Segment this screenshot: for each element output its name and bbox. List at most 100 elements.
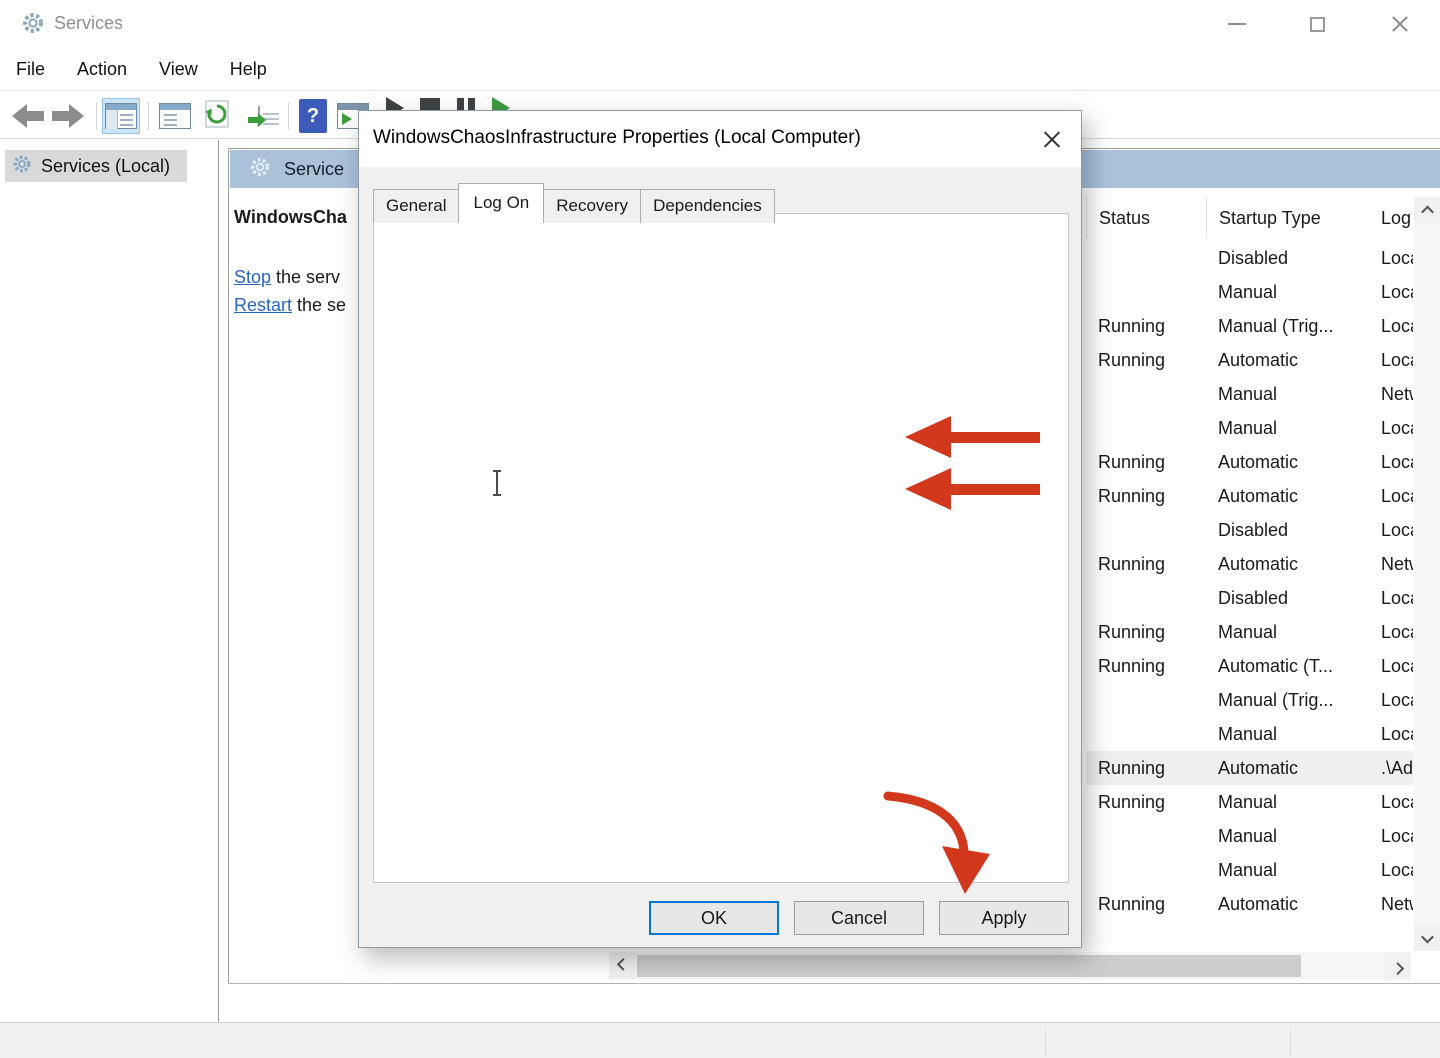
dialog-tab[interactable]: Recovery: [543, 189, 641, 223]
refresh-button[interactable]: [198, 98, 236, 134]
cell-status: Running: [1086, 758, 1206, 779]
stop-link-suffix: the serv: [271, 267, 340, 287]
column-header[interactable]: Log: [1369, 197, 1413, 239]
scroll-down-button[interactable]: [1414, 925, 1440, 951]
cell-log-on-as: Loca: [1369, 452, 1413, 473]
apply-annotation-arrow: [850, 780, 1010, 910]
export-list-icon: [258, 107, 260, 125]
table-row[interactable]: Disabled Loca: [1086, 241, 1413, 275]
scrollbar-track[interactable]: [635, 952, 1385, 980]
cell-status: Running: [1086, 656, 1206, 677]
back-icon: [10, 103, 46, 129]
restart-service-link-row: Restart the se: [234, 295, 346, 316]
table-row[interactable]: Running Automatic Loca: [1086, 479, 1413, 513]
table-row[interactable]: Running Automatic Netw: [1086, 547, 1413, 581]
chevron-up-icon: [1421, 205, 1434, 218]
table-row[interactable]: Manual Loca: [1086, 819, 1413, 853]
cell-log-on-as: Loca: [1369, 860, 1413, 881]
horizontal-scrollbar[interactable]: [609, 952, 1411, 980]
cell-startup-type: Disabled: [1206, 248, 1369, 269]
cell-startup-type: Disabled: [1206, 520, 1369, 541]
table-row[interactable]: Manual Loca: [1086, 717, 1413, 751]
table-row[interactable]: Disabled Loca: [1086, 581, 1413, 615]
table-row[interactable]: Running Manual (Trig... Loca: [1086, 309, 1413, 343]
cell-log-on-as: Loca: [1369, 826, 1413, 847]
minimize-button[interactable]: [1209, 0, 1265, 48]
cell-status: Running: [1086, 350, 1206, 371]
properties-button[interactable]: [156, 98, 194, 134]
menu-item[interactable]: File: [0, 59, 61, 80]
menu-bar: FileActionViewHelp: [0, 48, 1440, 91]
scrollbar-thumb[interactable]: [637, 955, 1301, 977]
cell-startup-type: Manual (Trig...: [1206, 316, 1369, 337]
refresh-icon: [202, 99, 232, 134]
cell-startup-type: Manual: [1206, 418, 1369, 439]
table-row[interactable]: Manual Loca: [1086, 275, 1413, 309]
services-app-icon: [20, 10, 46, 41]
vertical-scrollbar[interactable]: [1414, 197, 1440, 951]
sidebar-item-services-local[interactable]: Services (Local): [5, 150, 187, 182]
menu-item[interactable]: View: [143, 59, 214, 80]
restart-service-link[interactable]: Restart: [234, 295, 292, 315]
menu-item[interactable]: Action: [61, 59, 143, 80]
dialog-tab[interactable]: Dependencies: [640, 189, 775, 223]
table-row[interactable]: Running Automatic .\Adm: [1086, 751, 1413, 785]
ok-button[interactable]: OK: [649, 901, 779, 935]
dialog-close-button[interactable]: [1037, 125, 1067, 153]
cell-startup-type: Manual: [1206, 622, 1369, 643]
show-console-tree-button[interactable]: [102, 98, 140, 134]
status-bar-divider: [1290, 1029, 1291, 1055]
table-row[interactable]: Disabled Loca: [1086, 513, 1413, 547]
table-row[interactable]: Manual Loca: [1086, 411, 1413, 445]
maximize-button[interactable]: [1289, 0, 1345, 48]
table-row[interactable]: Manual (Trig... Loca: [1086, 683, 1413, 717]
help-button[interactable]: ?: [296, 98, 330, 134]
cell-status: Running: [1086, 452, 1206, 473]
cancel-button-label: Cancel: [831, 908, 887, 929]
cell-status: Running: [1086, 554, 1206, 575]
cell-log-on-as: Loca: [1369, 486, 1413, 507]
minimize-icon: [1228, 23, 1246, 25]
close-button[interactable]: [1372, 0, 1428, 48]
scroll-left-button[interactable]: [609, 953, 635, 979]
menu-item[interactable]: Help: [214, 59, 283, 80]
export-list-button[interactable]: [240, 98, 278, 134]
cell-log-on-as: Loca: [1369, 316, 1413, 337]
table-row[interactable]: Manual Netw: [1086, 377, 1413, 411]
cell-log-on-as: .\Adm: [1369, 758, 1413, 779]
table-row[interactable]: Running Automatic (T... Loca: [1086, 649, 1413, 683]
dialog-tab[interactable]: Log On: [458, 183, 544, 223]
table-row[interactable]: Running Automatic Loca: [1086, 343, 1413, 377]
dialog-tab[interactable]: General: [373, 189, 459, 223]
cell-log-on-as: Loca: [1369, 520, 1413, 541]
forward-button[interactable]: [48, 98, 88, 134]
cell-startup-type: Manual: [1206, 826, 1369, 847]
view-tabs: Extended Standard: [235, 985, 241, 1021]
help-icon: ?: [299, 99, 327, 133]
column-header[interactable]: Status: [1086, 197, 1206, 239]
cell-startup-type: Automatic: [1206, 554, 1369, 575]
cell-startup-type: Automatic: [1206, 894, 1369, 915]
close-icon: [1043, 130, 1061, 148]
table-row[interactable]: Running Automatic Netw: [1086, 887, 1413, 921]
list-column-headers: StatusStartup TypeLog: [1086, 197, 1413, 239]
cell-log-on-as: Loca: [1369, 248, 1413, 269]
dialog-title-bar: WindowsChaosInfrastructure Properties (L…: [359, 111, 1081, 167]
column-header[interactable]: Startup Type: [1206, 197, 1369, 239]
close-icon: [1391, 15, 1409, 33]
cell-log-on-as: Loca: [1369, 588, 1413, 609]
table-row[interactable]: Running Manual Loca: [1086, 785, 1413, 819]
cell-startup-type: Manual: [1206, 724, 1369, 745]
scroll-up-button[interactable]: [1414, 197, 1440, 223]
stop-service-link[interactable]: Stop: [234, 267, 271, 287]
cell-log-on-as: Loca: [1369, 724, 1413, 745]
table-row[interactable]: Running Manual Loca: [1086, 615, 1413, 649]
cell-status: Running: [1086, 486, 1206, 507]
cell-log-on-as: Loca: [1369, 690, 1413, 711]
cell-status: Running: [1086, 622, 1206, 643]
back-button[interactable]: [8, 98, 48, 134]
table-row[interactable]: Running Automatic Loca: [1086, 445, 1413, 479]
table-row[interactable]: Manual Loca: [1086, 853, 1413, 887]
window-title: Services: [54, 13, 123, 34]
scroll-right-button[interactable]: [1385, 953, 1411, 979]
